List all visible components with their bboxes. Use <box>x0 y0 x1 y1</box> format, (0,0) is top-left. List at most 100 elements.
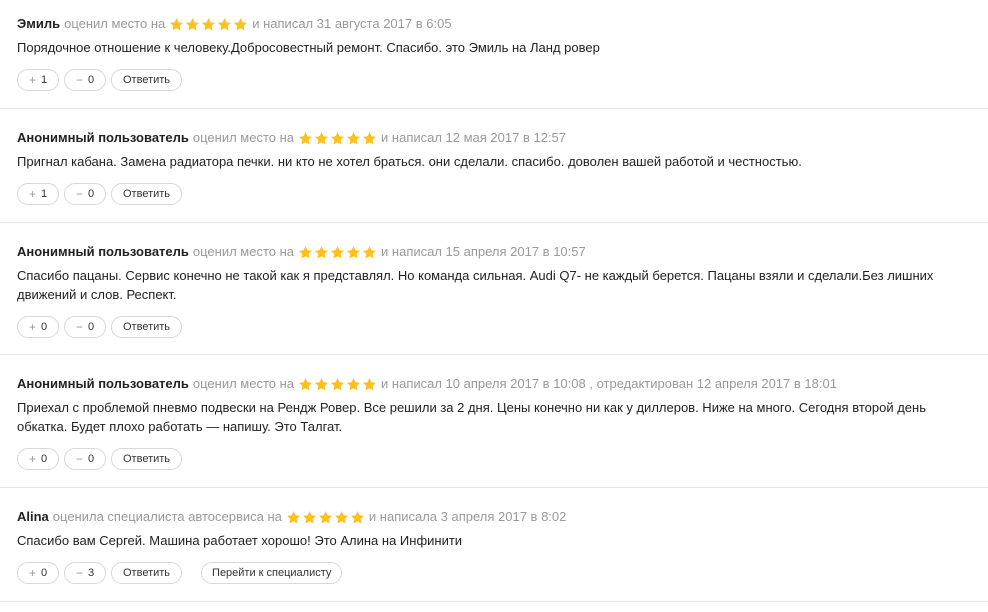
rating-stars <box>298 131 377 146</box>
star-icon <box>314 377 329 392</box>
star-icon <box>217 17 232 32</box>
downvote-button[interactable]: −3 <box>64 562 106 584</box>
review-meta-before: оценил место на <box>64 16 166 31</box>
star-icon <box>346 377 361 392</box>
review-text: Приехал с проблемой пневмо подвески на Р… <box>17 400 926 434</box>
divider <box>0 354 988 355</box>
star-icon <box>346 245 361 260</box>
star-icon <box>362 245 377 260</box>
star-icon <box>169 17 184 32</box>
star-icon <box>314 245 329 260</box>
review-text: Спасибо вам Сергей. Машина работает хоро… <box>17 533 463 548</box>
downvote-button[interactable]: −0 <box>64 69 106 91</box>
star-icon <box>330 377 345 392</box>
downvote-button[interactable]: −0 <box>64 316 106 338</box>
goto-specialist-button[interactable]: Перейти к специалисту <box>201 562 343 584</box>
upvote-count: 0 <box>40 453 48 465</box>
divider <box>0 108 988 109</box>
star-icon <box>346 131 361 146</box>
review-actions: +1 −0 Ответить <box>17 183 978 205</box>
review-header: Анонимный пользователь оценил место на и… <box>17 128 978 148</box>
upvote-button[interactable]: +0 <box>17 448 59 470</box>
star-icon <box>233 17 248 32</box>
star-icon <box>362 131 377 146</box>
minus-icon: − <box>75 452 83 466</box>
review-item: Alina оценила специалиста автосервиса на… <box>0 507 988 584</box>
downvote-button[interactable]: −0 <box>64 183 106 205</box>
star-icon <box>350 510 365 525</box>
review-header: Alina оценила специалиста автосервиса на… <box>17 507 978 527</box>
review-meta-after: и написала 3 апреля 2017 в 8:02 <box>368 509 567 524</box>
minus-icon: − <box>75 187 83 201</box>
star-icon <box>314 131 329 146</box>
review-meta-before: оценила специалиста автосервиса на <box>52 509 282 524</box>
upvote-button[interactable]: +0 <box>17 562 59 584</box>
rating-stars <box>298 245 377 260</box>
star-icon <box>334 510 349 525</box>
star-icon <box>330 131 345 146</box>
star-icon <box>286 510 301 525</box>
review-item: Анонимный пользователь оценил место на и… <box>0 242 988 338</box>
rating-stars <box>169 17 248 32</box>
review-header: Анонимный пользователь оценил место на и… <box>17 242 978 262</box>
upvote-count: 0 <box>40 567 48 579</box>
upvote-count: 1 <box>40 74 48 86</box>
star-icon <box>298 245 313 260</box>
downvote-button[interactable]: −0 <box>64 448 106 470</box>
star-icon <box>298 131 313 146</box>
review-item: Эмиль оценил место на и написал 31 авгус… <box>0 14 988 91</box>
reply-button[interactable]: Ответить <box>111 183 183 205</box>
downvote-count: 3 <box>87 567 95 579</box>
minus-icon: − <box>75 73 83 87</box>
star-icon <box>362 377 377 392</box>
review-meta-before: оценил место на <box>192 130 295 145</box>
downvote-count: 0 <box>87 453 95 465</box>
reply-button[interactable]: Ответить <box>111 69 183 91</box>
review-meta-after: и написал 10 апреля 2017 в 10:08 , отред… <box>381 376 837 391</box>
downvote-count: 0 <box>87 74 95 86</box>
review-author: Анонимный пользователь <box>17 376 189 391</box>
star-icon <box>185 17 200 32</box>
star-icon <box>201 17 216 32</box>
review-meta-after: и написал 31 августа 2017 в 6:05 <box>252 16 452 31</box>
review-actions: +0 −0 Ответить <box>17 316 978 338</box>
reply-button[interactable]: Ответить <box>111 316 183 338</box>
rating-stars <box>298 377 377 392</box>
review-actions: +1 −0 Ответить <box>17 69 978 91</box>
downvote-count: 0 <box>87 188 95 200</box>
divider <box>0 601 988 602</box>
star-icon <box>302 510 317 525</box>
review-meta-after: и написал 15 апреля 2017 в 10:57 <box>381 244 586 259</box>
review-meta-before: оценил место на <box>192 376 295 391</box>
reply-button[interactable]: Ответить <box>111 448 183 470</box>
divider <box>0 487 988 488</box>
review-meta-after: и написал 12 мая 2017 в 12:57 <box>381 130 567 145</box>
review-text: Пригнал кабана. Замена радиатора печки. … <box>17 154 802 169</box>
divider <box>0 222 988 223</box>
upvote-button[interactable]: +1 <box>17 69 59 91</box>
review-actions: +0 −3 Ответить Перейти к специалисту <box>17 562 978 584</box>
star-icon <box>330 245 345 260</box>
review-header: Эмиль оценил место на и написал 31 авгус… <box>17 14 978 34</box>
review-author: Анонимный пользователь <box>17 130 189 145</box>
plus-icon: + <box>28 187 36 201</box>
upvote-count: 0 <box>40 321 48 333</box>
downvote-count: 0 <box>87 321 95 333</box>
review-author: Анонимный пользователь <box>17 244 189 259</box>
plus-icon: + <box>28 452 36 466</box>
star-icon <box>298 377 313 392</box>
review-text: Спасибо пацаны. Сервис конечно не такой … <box>17 268 934 302</box>
reply-button[interactable]: Ответить <box>111 562 183 584</box>
plus-icon: + <box>28 566 36 580</box>
review-author: Эмиль <box>17 16 61 31</box>
upvote-count: 1 <box>40 188 48 200</box>
upvote-button[interactable]: +1 <box>17 183 59 205</box>
review-actions: +0 −0 Ответить <box>17 448 978 470</box>
star-icon <box>318 510 333 525</box>
rating-stars <box>286 510 365 525</box>
plus-icon: + <box>28 320 36 334</box>
upvote-button[interactable]: +0 <box>17 316 59 338</box>
review-item: Анонимный пользователь оценил место на и… <box>0 374 988 470</box>
review-item: Анонимный пользователь оценил место на и… <box>0 128 988 205</box>
review-header: Анонимный пользователь оценил место на и… <box>17 374 978 394</box>
